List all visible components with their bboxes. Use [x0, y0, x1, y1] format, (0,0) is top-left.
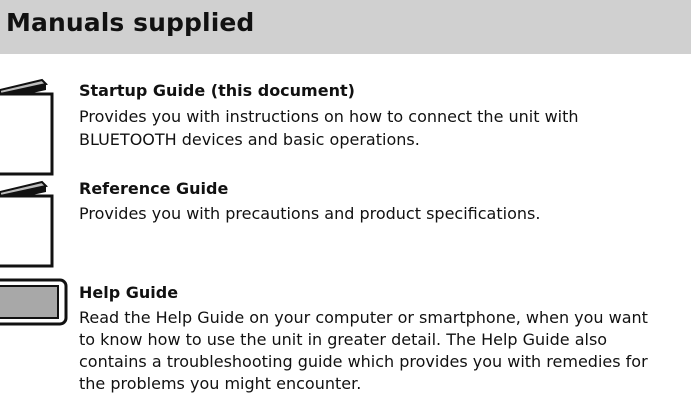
screen-icon — [0, 278, 68, 326]
startup-guide-description-line-2: BLUETOOTH devices and basic operations. — [79, 130, 420, 149]
help-guide-description-line-3: contains a troubleshooting guide which p… — [79, 352, 648, 371]
help-guide-description-line-4: the problems you might encounter. — [79, 374, 362, 393]
startup-guide-description-line-1: Provides you with instructions on how to… — [79, 107, 579, 126]
booklet-icon — [0, 78, 54, 176]
section-title: Manuals supplied — [6, 8, 255, 37]
help-guide-description-line-1: Read the Help Guide on your computer or … — [79, 308, 648, 327]
booklet-icon — [0, 180, 54, 268]
help-guide-title: Help Guide — [79, 283, 179, 302]
startup-guide-title: Startup Guide (this document) — [79, 81, 355, 100]
manual-page: Manuals supplied Startup Guide (this doc… — [0, 0, 691, 411]
section-header: Manuals supplied — [0, 0, 691, 54]
help-guide-description-line-2: to know how to use the unit in greater d… — [79, 330, 608, 349]
reference-guide-title: Reference Guide — [79, 179, 229, 198]
reference-guide-description-line-1: Provides you with precautions and produc… — [79, 204, 541, 223]
